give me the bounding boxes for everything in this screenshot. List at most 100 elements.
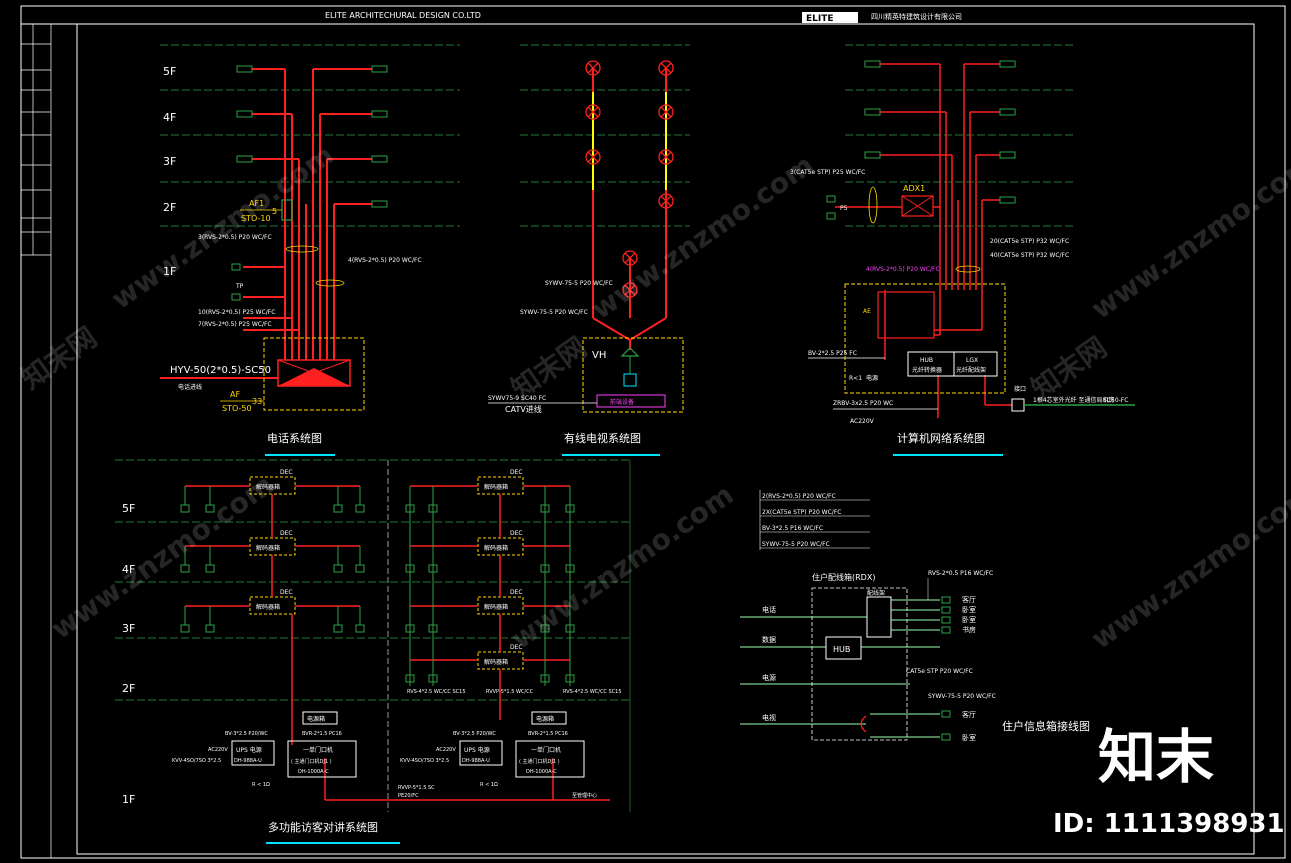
- tel-main-cable: HYV-50(2*0.5)-SC50: [170, 365, 271, 376]
- ic-bottom-m: RVVP-5*1.5 WC/CC: [486, 689, 534, 695]
- net-cable-mag: 4(RVS-2*0.5) P20 WC/FC: [866, 266, 940, 273]
- telephone-title: 电话系统图: [267, 432, 322, 445]
- ic-floor-2f: 2F: [122, 682, 135, 695]
- hh-cable-1: 2(RVS-2*0.5) P20 WC/FC: [762, 493, 836, 500]
- net-ae: AE: [863, 308, 871, 315]
- ic-ac-l: AC220V: [208, 747, 228, 753]
- wm-cn-2: 知末网: [505, 331, 593, 406]
- company-cn: 四川精英特建筑设计有限公司: [871, 12, 962, 21]
- net-lgx-sub: 光纤配线架: [956, 366, 986, 374]
- ic-bv1-l: BV-3*2.5 P20/WC: [225, 731, 268, 737]
- floor-3f: 3F: [163, 155, 176, 168]
- hh-patch: [866, 596, 892, 638]
- ic-ups-label-l: UPS 电源: [236, 746, 262, 754]
- hh-box-title: 住户配线箱(RDX): [812, 572, 875, 582]
- watermark-id: ID: 1111398931: [1053, 809, 1285, 839]
- net-bv: BV-2*2.5 P25 FC: [808, 350, 857, 357]
- wm-site-3: www.znzmo.com: [1085, 148, 1291, 326]
- net-jk: 接口: [1014, 385, 1026, 393]
- ic-rk-l: R < 1Ω: [252, 782, 270, 788]
- outer-frame: [20, 5, 1286, 859]
- ic-rk-r: R < 1Ω: [480, 782, 498, 788]
- ic-ups-model-r: DH-988A-U: [462, 758, 490, 764]
- watermark-brand: 知末: [1098, 723, 1215, 791]
- net-ac: AC220V: [850, 418, 875, 425]
- ic-kvv-l: KVV-4SO/7SO 3*2.5: [172, 758, 221, 764]
- hh-right-1: 卧室: [962, 605, 976, 614]
- ic-main2-l: ( 主通门口机DJ1 ): [291, 758, 332, 765]
- logo-text: ELITE: [806, 14, 834, 24]
- ic-box-5r: 解码器箱: [484, 483, 508, 491]
- tel-cable-2: 4(RVS-2*0.5) P20 WC/FC: [348, 257, 422, 264]
- wm-cn-1: 知末网: [15, 321, 103, 396]
- wm-site-2: www.znzmo.com: [585, 148, 819, 326]
- hh-left-3: 电视: [762, 713, 776, 722]
- hh-left-0: 电话: [762, 605, 776, 614]
- af-label: AF: [230, 390, 240, 399]
- ic-floor-5f: 5F: [122, 502, 135, 515]
- ic-bv2-l: BVR-2*1.5 PC16: [302, 731, 342, 737]
- tel-cable-3: 10(RVS-2*0.5) P25 WC/FC: [198, 309, 275, 316]
- ic-kvv-r: KVV-4SO/7SO 3*2.5: [400, 758, 449, 764]
- ic-bv2-r: BVR-2*1.5 PC16: [528, 731, 568, 737]
- ic-ac-r: AC220V: [436, 747, 456, 753]
- hh-patch-label: 配线架: [867, 589, 885, 597]
- household-system: 2(RVS-2*0.5) P20 WC/FC 2X(CAT5e STP) P20…: [740, 490, 1090, 742]
- net-patch-panel: [877, 291, 935, 339]
- hh-hub: HUB: [833, 645, 850, 654]
- ic-model-r: DH-1000A-C: [526, 769, 557, 775]
- ic-bv1-r: BV-3*2.5 P20/WC: [453, 731, 496, 737]
- hh-sywv: SYWV-75-5 P20 WC/FC: [928, 693, 996, 700]
- net-dz: 电源: [866, 374, 878, 382]
- ic-box-3l: 解码器箱: [256, 603, 280, 611]
- hh-right-3: 书房: [962, 625, 976, 634]
- catv-title: 有线电视系统图: [564, 431, 641, 445]
- network-title: 计算机网络系统图: [897, 431, 985, 445]
- hh-right-2: 卧室: [962, 615, 976, 624]
- ic-rvvp: RVVP-5*1.5 SC: [398, 785, 435, 791]
- ic-model-l: DH-1000A-C: [298, 769, 329, 775]
- intercom-title: 多功能访客对讲系统图: [268, 820, 378, 834]
- wm-site-5: www.znzmo.com: [505, 478, 739, 656]
- ic-to-center: 至管理中心: [572, 792, 597, 799]
- wm-site-6: www.znzmo.com: [1085, 478, 1291, 656]
- ic-dec-3l: DEC: [280, 589, 293, 596]
- hh-cable-3: BV-3*2.5 P16 WC/FC: [762, 525, 823, 532]
- hh-cable-2: 2X(CAT5e STP) P20 WC/FC: [762, 509, 841, 516]
- floor-2f: 2F: [163, 201, 176, 214]
- ic-dec-3r: DEC: [510, 589, 523, 596]
- tel-tp-label: TP: [235, 283, 244, 290]
- sto50-label: STO-50: [222, 404, 252, 413]
- net-sc50: SC50-FC: [1103, 397, 1128, 404]
- hh-cable-4: SYWV-75-5 P20 WC/FC: [762, 541, 830, 548]
- net-hub: HUB: [920, 357, 933, 364]
- ic-main-r: 一单门口机: [531, 746, 561, 754]
- af-count: 33: [252, 397, 262, 406]
- ic-box-3r: 解码器箱: [484, 603, 508, 611]
- hh-rvs: RVS-2*0.5 P16 WC/FC: [928, 570, 993, 577]
- ic-floor-1f: 1F: [122, 793, 135, 806]
- ic-box-4r: 解码器箱: [484, 544, 508, 552]
- ic-dec-5l: DEC: [280, 469, 293, 476]
- ic-dec-5r: DEC: [510, 469, 523, 476]
- net-p5: P5: [840, 205, 848, 212]
- hh-right-b0: 客厅: [962, 710, 976, 719]
- hh-box: [811, 587, 908, 741]
- ic-power-l: 电源箱: [307, 715, 325, 723]
- ic-pe: PE20/FC: [398, 793, 419, 799]
- net-cable-r1: 20(CAT5e STP) P32 WC/FC: [990, 238, 1069, 245]
- wm-site-4: www.znzmo.com: [45, 468, 279, 646]
- net-cable-r2: 40(CAT5e STP) P32 WC/FC: [990, 252, 1069, 259]
- net-rk: R<1: [849, 375, 862, 382]
- ic-power-r: 电源箱: [536, 715, 554, 723]
- left-title-block: [21, 24, 52, 858]
- floor-4f: 4F: [163, 111, 176, 124]
- ic-box-4l: 解码器箱: [256, 544, 280, 552]
- ic-dec-4r: DEC: [510, 530, 523, 537]
- ic-floor-3f: 3F: [122, 622, 135, 635]
- net-adx1: ADX1: [903, 184, 925, 193]
- ic-main-l: 一单门口机: [303, 746, 333, 754]
- hh-left-2: 电源: [762, 673, 776, 682]
- ic-ups-model-l: DH-988A-U: [234, 758, 262, 764]
- hh-right-b1: 卧室: [962, 733, 976, 742]
